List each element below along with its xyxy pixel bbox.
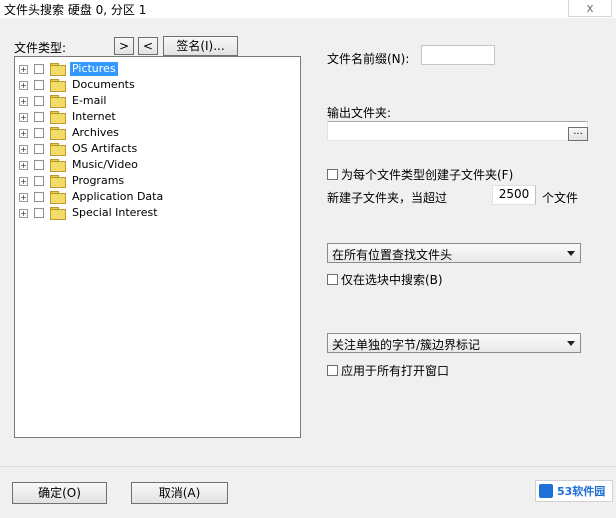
prev-button[interactable]: < xyxy=(138,37,158,55)
tree-item-label: Music/Video xyxy=(72,158,138,171)
tree-item-checkbox[interactable] xyxy=(34,144,44,154)
browse-button[interactable]: ... xyxy=(568,127,588,141)
tree-item[interactable]: + Archives xyxy=(19,125,121,141)
tree-item-checkbox[interactable] xyxy=(34,192,44,202)
folder-icon xyxy=(50,63,66,76)
new-subfolder-threshold-input[interactable]: 2500 xyxy=(492,185,536,205)
folder-icon xyxy=(50,79,66,92)
file-header-search-dialog: 文件头搜索 硬盘 0, 分区 1 x 文件类型: > < 签名(I)... + P… xyxy=(0,0,616,518)
footer-divider xyxy=(0,466,616,467)
tree-item-label: OS Artifacts xyxy=(72,142,138,155)
ok-button[interactable]: 确定(O) xyxy=(12,482,107,504)
tree-item-label: Special Interest xyxy=(72,206,158,219)
tree-item[interactable]: + Programs xyxy=(19,173,126,189)
tree-item-checkbox[interactable] xyxy=(34,160,44,170)
tree-item-label: Pictures xyxy=(70,62,118,76)
output-folder-label: 输出文件夹: xyxy=(327,106,392,120)
tree-item-checkbox[interactable] xyxy=(34,208,44,218)
folder-icon xyxy=(50,159,66,172)
folder-icon xyxy=(50,143,66,156)
tree-item[interactable]: + Music/Video xyxy=(19,157,140,173)
filename-prefix-input[interactable] xyxy=(421,45,495,65)
folder-icon xyxy=(50,191,66,204)
selection-only-checkbox[interactable] xyxy=(327,274,338,285)
logo-text: 53软件园 xyxy=(557,485,606,498)
tree-item[interactable]: + Application Data xyxy=(19,189,165,205)
tree-item-checkbox[interactable] xyxy=(34,64,44,74)
expand-icon[interactable]: + xyxy=(19,80,28,90)
tree-item[interactable]: + Special Interest xyxy=(19,205,160,221)
expand-icon[interactable]: + xyxy=(19,144,28,154)
create-subfolder-label: 为每个文件类型创建子文件夹(F) xyxy=(341,168,514,182)
expand-icon[interactable]: + xyxy=(19,160,28,170)
tree-item[interactable]: + OS Artifacts xyxy=(19,141,139,157)
search-location-value: 在所有位置查找文件头 xyxy=(332,248,453,262)
create-subfolder-option[interactable]: 为每个文件类型创建子文件夹(F) xyxy=(327,166,513,183)
expand-icon[interactable]: + xyxy=(19,128,28,138)
boundary-value: 关注单独的字节/簇边界标记 xyxy=(332,338,481,352)
tree-item-label: Application Data xyxy=(72,190,164,203)
expand-icon[interactable]: + xyxy=(19,112,28,122)
output-folder-input[interactable] xyxy=(327,121,588,141)
expand-icon[interactable]: + xyxy=(19,96,28,106)
selection-only-option[interactable]: 仅在选块中搜索(B) xyxy=(327,271,443,288)
tree-item-checkbox[interactable] xyxy=(34,112,44,122)
search-location-select[interactable]: 在所有位置查找文件头 xyxy=(327,243,581,263)
tree-item[interactable]: + Internet xyxy=(19,109,118,125)
filename-prefix-label: 文件名前缀(N): xyxy=(327,52,410,66)
file-types-label: 文件类型: xyxy=(14,41,67,55)
apply-all-label: 应用于所有打开窗口 xyxy=(341,364,450,378)
cancel-button[interactable]: 取消(A) xyxy=(131,482,228,504)
tree-item-checkbox[interactable] xyxy=(34,96,44,106)
signature-button[interactable]: 签名(I)... xyxy=(163,36,238,56)
tree-item-label: Archives xyxy=(72,126,119,139)
close-button[interactable]: x xyxy=(568,0,612,17)
tree-item-label: Documents xyxy=(72,78,135,91)
window-title: 文件头搜索 硬盘 0, 分区 1 xyxy=(4,3,147,17)
expand-icon[interactable]: + xyxy=(19,176,28,186)
tree-item[interactable]: + Pictures xyxy=(19,61,118,77)
tree-item[interactable]: + E-mail xyxy=(19,93,109,109)
folder-icon xyxy=(50,95,66,108)
tree-item-checkbox[interactable] xyxy=(34,128,44,138)
file-type-tree[interactable]: + Pictures + Documents + E-mail + Internet + Arch… xyxy=(14,56,301,438)
selection-only-label: 仅在选块中搜索(B) xyxy=(341,273,443,287)
folder-icon xyxy=(50,127,66,140)
folder-icon xyxy=(50,111,66,124)
tree-item-label: E-mail xyxy=(72,94,107,107)
tree-item-label: Programs xyxy=(72,174,125,187)
next-button[interactable]: > xyxy=(114,37,134,55)
logo-icon xyxy=(539,484,553,498)
tree-item[interactable]: + Documents xyxy=(19,77,137,93)
folder-icon xyxy=(50,207,66,220)
apply-all-checkbox[interactable] xyxy=(327,365,338,376)
new-subfolder-label: 新建子文件夹，当超过 xyxy=(327,191,448,205)
expand-icon[interactable]: + xyxy=(19,64,28,74)
expand-icon[interactable]: + xyxy=(19,208,28,218)
boundary-select[interactable]: 关注单独的字节/簇边界标记 xyxy=(327,333,581,353)
folder-icon xyxy=(50,175,66,188)
create-subfolder-checkbox[interactable] xyxy=(327,169,338,180)
tree-item-checkbox[interactable] xyxy=(34,176,44,186)
tree-item-label: Internet xyxy=(72,110,116,123)
expand-icon[interactable]: + xyxy=(19,192,28,202)
watermark-logo: 53软件园 xyxy=(535,480,613,502)
files-unit-label: 个文件 xyxy=(542,191,579,205)
chevron-down-icon xyxy=(567,251,575,256)
tree-item-checkbox[interactable] xyxy=(34,80,44,90)
title-bar: 文件头搜索 硬盘 0, 分区 1 x xyxy=(0,0,616,18)
chevron-down-icon xyxy=(567,341,575,346)
apply-all-option[interactable]: 应用于所有打开窗口 xyxy=(327,362,449,379)
